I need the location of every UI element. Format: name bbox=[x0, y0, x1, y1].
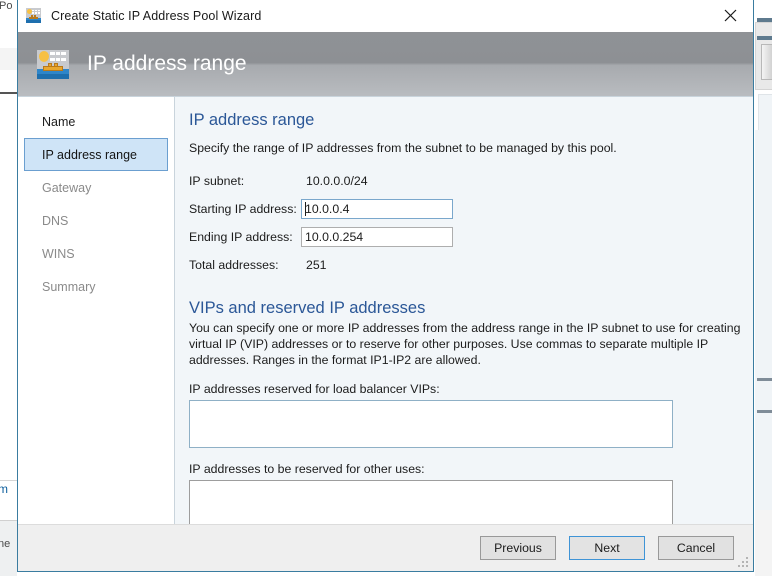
bg-strip bbox=[0, 124, 17, 454]
ending-ip-wrap bbox=[301, 226, 753, 247]
bg-tick bbox=[757, 36, 772, 40]
wizard-dialog: Create Static IP Address Pool Wizard IP … bbox=[17, 0, 754, 572]
sidebar-item-label: WINS bbox=[42, 246, 75, 261]
bg-scrollbar[interactable] bbox=[761, 44, 772, 80]
bg-strip bbox=[0, 454, 17, 481]
bg-strip bbox=[0, 31, 17, 49]
bg-strip bbox=[0, 94, 17, 125]
starting-ip-input[interactable] bbox=[301, 198, 453, 219]
dialog-footer: Previous Next Cancel bbox=[18, 524, 753, 571]
screenshot-root: Po m ne Create Static IP Address Pool Wi… bbox=[0, 0, 772, 576]
bg-tick bbox=[757, 378, 772, 381]
section-heading-vips: VIPs and reserved IP addresses bbox=[189, 298, 426, 317]
bg-right-panel bbox=[755, 510, 772, 576]
sidebar-item-label: DNS bbox=[42, 213, 69, 228]
bg-text-bottom: ne bbox=[0, 538, 11, 550]
window-title: Create Static IP Address Pool Wizard bbox=[51, 8, 262, 23]
close-button[interactable] bbox=[708, 0, 753, 30]
title-bar[interactable]: Create Static IP Address Pool Wizard bbox=[18, 0, 753, 32]
section-description-ip-range: Specify the range of IP addresses from t… bbox=[189, 141, 617, 155]
section-heading-ip-range: IP address range bbox=[189, 111, 315, 129]
vip-addresses-textarea[interactable] bbox=[189, 399, 673, 448]
text-caret bbox=[305, 201, 306, 216]
bg-strip bbox=[0, 14, 17, 32]
ending-ip-input[interactable] bbox=[301, 226, 453, 247]
ending-ip-label: Ending IP address: bbox=[189, 229, 293, 244]
total-addresses-value: 251 bbox=[306, 257, 327, 272]
sidebar-item-label: Name bbox=[42, 114, 76, 129]
close-icon bbox=[724, 9, 737, 21]
banner-title: IP address range bbox=[87, 52, 247, 75]
starting-ip-label: Starting IP address: bbox=[189, 201, 297, 216]
starting-ip-wrap bbox=[301, 198, 753, 219]
dialog-body: Name IP address range Gateway DNS WINS S… bbox=[18, 96, 753, 524]
bg-right-light bbox=[755, 130, 772, 510]
resize-grip[interactable] bbox=[737, 556, 750, 569]
ip-subnet-value: 10.0.0.0/24 bbox=[306, 173, 368, 188]
next-button[interactable]: Next bbox=[569, 536, 645, 560]
ip-pool-icon bbox=[25, 7, 42, 24]
sidebar-item-gateway[interactable]: Gateway bbox=[24, 171, 168, 204]
ip-pool-icon bbox=[36, 47, 70, 81]
cancel-button[interactable]: Cancel bbox=[658, 536, 734, 560]
ip-range-form: IP subnet: 10.0.0.0/24 Starting IP addre… bbox=[189, 169, 753, 277]
bg-tick bbox=[757, 410, 772, 413]
section-description-vips: You can specify one or more IP addresses… bbox=[189, 320, 741, 367]
sidebar-item-summary[interactable]: Summary bbox=[24, 270, 168, 303]
sidebar-item-label: IP address range bbox=[42, 147, 137, 162]
bg-text-top: Po bbox=[0, 0, 13, 12]
wizard-steps-sidebar: Name IP address range Gateway DNS WINS S… bbox=[18, 97, 175, 524]
sidebar-item-name[interactable]: Name bbox=[24, 105, 168, 138]
previous-button[interactable]: Previous bbox=[480, 536, 556, 560]
bg-text-mid: m bbox=[0, 482, 8, 496]
sidebar-item-label: Gateway bbox=[42, 180, 92, 195]
other-textarea-label: IP addresses to be reserved for other us… bbox=[189, 461, 425, 476]
other-addresses-textarea[interactable] bbox=[189, 479, 673, 524]
wizard-banner: IP address range bbox=[18, 32, 753, 96]
bg-right-light bbox=[758, 94, 772, 132]
vip-textarea-label: IP addresses reserved for load balancer … bbox=[189, 381, 440, 396]
sidebar-item-ip-address-range[interactable]: IP address range bbox=[24, 138, 168, 171]
wizard-content: IP address range Specify the range of IP… bbox=[175, 97, 753, 524]
total-addresses-label: Total addresses: bbox=[189, 257, 279, 272]
sidebar-item-dns[interactable]: DNS bbox=[24, 204, 168, 237]
sidebar-item-label: Summary bbox=[42, 279, 96, 294]
bg-strip bbox=[0, 70, 17, 94]
sidebar-item-wins[interactable]: WINS bbox=[24, 237, 168, 270]
bg-strip bbox=[0, 498, 17, 520]
bg-tick bbox=[757, 18, 772, 22]
ip-subnet-label: IP subnet: bbox=[189, 173, 245, 188]
bg-strip bbox=[0, 48, 17, 71]
